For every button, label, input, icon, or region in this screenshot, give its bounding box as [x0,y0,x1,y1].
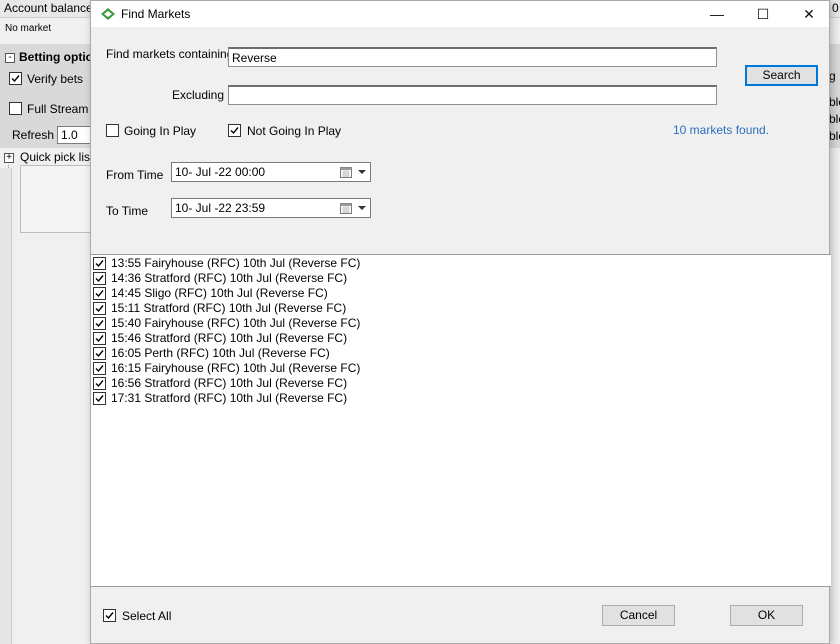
background-scrollbar[interactable] [0,168,12,644]
check-icon [95,395,104,403]
market-checkbox[interactable] [93,377,106,390]
expand-quick-pick-button[interactable]: + [4,153,14,163]
collapse-betting-options-button[interactable]: - [5,53,15,63]
markets-list[interactable]: 13:55 Fairyhouse (RFC) 10th Jul (Reverse… [91,254,831,587]
market-checkbox[interactable] [93,257,106,270]
minimize-button[interactable]: — [694,1,740,27]
going-in-play-label: Going In Play [124,124,197,138]
select-all-checkbox[interactable] [103,609,116,622]
calendar-icon[interactable] [340,202,352,214]
check-icon [95,305,104,313]
to-time-picker[interactable]: 10- Jul -22 23:59 [171,198,371,218]
check-icon [230,127,239,135]
check-icon [95,260,104,268]
select-all-label: Select All [122,609,172,623]
check-icon [95,290,104,298]
not-going-in-play-label: Not Going In Play [247,124,342,138]
betting-options-header: Betting optio [19,50,93,64]
check-icon [95,335,104,343]
market-checkbox[interactable] [93,332,106,345]
going-in-play-checkbox[interactable] [106,124,119,137]
maximize-button[interactable]: ☐ [740,1,786,27]
find-markets-dialog: Find Markets — ☐ ✕ Find markets containi… [90,0,831,644]
right-clipped-text-2: ble [829,95,840,109]
quick-pick-panel [20,165,92,233]
right-clipped-text-1: g [829,69,836,83]
market-label: 15:11 Stratford (RFC) 10th Jul (Reverse … [111,301,347,315]
market-checkbox[interactable] [93,347,106,360]
verify-bets-label: Verify bets [27,72,84,86]
check-icon [105,612,114,620]
market-label: 13:55 Fairyhouse (RFC) 10th Jul (Reverse… [111,256,361,270]
close-button[interactable]: ✕ [786,1,832,27]
ok-button[interactable]: OK [730,605,803,626]
check-icon [95,320,104,328]
find-markets-input[interactable]: Reverse [228,47,717,67]
market-label: 16:05 Perth (RFC) 10th Jul (Reverse FC) [111,346,330,360]
find-markets-label: Find markets containing [106,47,234,61]
market-checkbox[interactable] [93,392,106,405]
market-label: 14:45 Sligo (RFC) 10th Jul (Reverse FC) [111,286,328,300]
no-market-label: No market [5,23,52,34]
calendar-icon[interactable] [340,166,352,178]
market-label: 16:15 Fairyhouse (RFC) 10th Jul (Reverse… [111,361,361,375]
market-label: 15:46 Stratford (RFC) 10th Jul (Reverse … [111,331,348,345]
verify-bets-checkbox[interactable] [9,72,22,85]
right-clipped-text-3: ble [829,112,840,126]
right-clipped-text-4: ble [829,129,840,143]
market-checkbox[interactable] [93,302,106,315]
cancel-button[interactable]: Cancel [602,605,675,626]
refresh-input[interactable]: 1.0 [57,126,93,144]
to-time-label: To Time [106,204,149,218]
check-icon [95,275,104,283]
excluding-input[interactable] [228,85,717,105]
account-balance-label: Account balance: [4,1,97,15]
market-label: 14:36 Stratford (RFC) 10th Jul (Reverse … [111,271,348,285]
from-time-value: 10- Jul -22 00:00 [175,165,266,179]
chevron-down-icon[interactable] [358,170,366,174]
not-going-in-play-checkbox[interactable] [228,124,241,137]
check-icon [11,75,20,83]
market-checkbox[interactable] [93,317,106,330]
market-checkbox[interactable] [93,362,106,375]
from-time-picker[interactable]: 10- Jul -22 00:00 [171,162,371,182]
to-time-value: 10- Jul -22 23:59 [175,201,266,215]
diamond-logo-icon [101,8,115,20]
check-icon [95,365,104,373]
market-checkbox[interactable] [93,287,106,300]
search-button[interactable]: Search [745,65,818,86]
market-label: 16:56 Stratford (RFC) 10th Jul (Reverse … [111,376,348,390]
title-bar[interactable]: Find Markets — ☐ ✕ [91,1,829,27]
full-stream-checkbox[interactable] [9,102,22,115]
market-checkbox[interactable] [93,272,106,285]
market-label: 17:31 Stratford (RFC) 10th Jul (Reverse … [111,391,348,405]
refresh-label: Refresh [12,128,55,142]
quick-pick-list-label: Quick pick list [20,150,94,164]
from-time-label: From Time [106,168,164,182]
chevron-down-icon[interactable] [358,206,366,210]
dialog-title: Find Markets [121,7,191,21]
top-right-clipped-text: 0 [832,1,839,15]
check-icon [95,380,104,388]
markets-found-text: 10 markets found. [673,123,770,137]
market-label: 15:40 Fairyhouse (RFC) 10th Jul (Reverse… [111,316,361,330]
excluding-label: Excluding [172,88,225,102]
check-icon [95,350,104,358]
full-stream-label: Full Stream [27,102,89,116]
